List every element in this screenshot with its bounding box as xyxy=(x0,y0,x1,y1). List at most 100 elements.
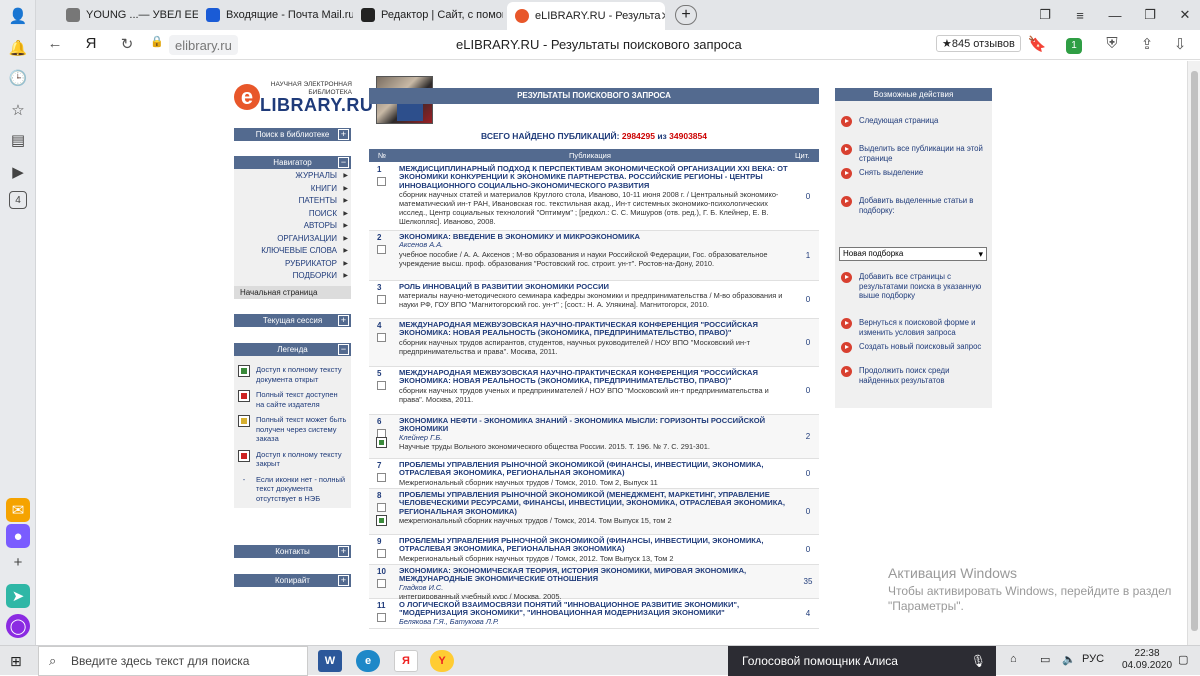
url-field[interactable]: elibrary.ru xyxy=(169,35,238,55)
history-icon[interactable]: 🕒 xyxy=(6,66,30,90)
send-icon[interactable]: ➤ xyxy=(6,584,30,608)
tab-mail[interactable]: Входящие - Почта Mail.ru xyxy=(198,2,353,28)
publication-authors[interactable]: Клейнер Г.Б. xyxy=(399,433,789,442)
publication-title-link[interactable]: МЕЖДУНАРОДНАЯ МЕЖВУЗОВСКАЯ НАУЧНО-ПРАКТИ… xyxy=(399,368,789,386)
select-checkbox[interactable] xyxy=(377,333,386,342)
publication-title-link[interactable]: ЭКОНОМИКА НЕФТИ - ЭКОНОМИКА ЗНАНИЙ - ЭКО… xyxy=(399,416,789,434)
select-checkbox[interactable] xyxy=(377,613,386,622)
alisa-icon[interactable]: ◯ xyxy=(6,614,30,638)
citation-count[interactable]: 0 xyxy=(797,545,819,554)
back-icon[interactable]: ← xyxy=(44,35,66,52)
microphone-icon[interactable]: 🎙 xyxy=(971,646,986,676)
workspace-badge[interactable]: 4 xyxy=(9,191,27,209)
elibrary-logo[interactable]: e НАУЧНАЯ ЭЛЕКТРОННАЯ БИБЛИОТЕКА LIBRARY… xyxy=(234,79,373,119)
refresh-icon[interactable]: ↻ xyxy=(116,35,138,53)
citation-count[interactable]: 0 xyxy=(797,507,819,516)
close-tab-icon[interactable]: ✕ xyxy=(661,9,665,23)
tab-editor[interactable]: Редактор | Сайт, с помощ xyxy=(353,2,503,28)
citation-count[interactable]: 0 xyxy=(797,469,819,478)
next-page-action[interactable]: Следующая страница xyxy=(841,116,989,127)
citation-count[interactable]: 35 xyxy=(797,577,819,586)
navigator-header[interactable]: Навигатор − xyxy=(234,156,351,169)
taskbar-search[interactable]: ⌕ Введите здесь текст для поиска xyxy=(38,646,308,676)
protect-icon[interactable]: ⛨ xyxy=(1101,35,1123,52)
select-checkbox[interactable] xyxy=(377,177,386,186)
select-checkbox[interactable] xyxy=(377,245,386,254)
new-search-action[interactable]: Создать новый поисковый запрос xyxy=(841,342,989,353)
publication-title-link[interactable]: ПРОБЛЕМЫ УПРАВЛЕНИЯ РЫНОЧНОЙ ЭКОНОМИКОЙ … xyxy=(399,460,789,478)
copyright-box[interactable]: Копирайт + xyxy=(234,574,351,587)
select-checkbox[interactable] xyxy=(377,503,386,512)
nav-keywords[interactable]: КЛЮЧЕВЫЕ СЛОВА xyxy=(234,246,351,259)
nav-organizations[interactable]: ОРГАНИЗАЦИИ xyxy=(234,234,351,247)
messenger-icon[interactable]: ● xyxy=(6,524,30,548)
publication-title-link[interactable]: ЭКОНОМИКА: ВВЕДЕНИЕ В ЭКОНОМИКУ И МИКРОЭ… xyxy=(399,232,789,241)
clock[interactable]: 22:38 04.09.2020 xyxy=(1122,648,1172,672)
bell-icon[interactable]: 🔔 xyxy=(6,36,30,60)
nav-rubricator[interactable]: РУБРИКАТОР xyxy=(234,259,351,272)
collections-icon[interactable]: ▤ xyxy=(6,128,30,152)
publication-title-link[interactable]: ПРОБЛЕМЫ УПРАВЛЕНИЯ РЫНОЧНОЙ ЭКОНОМИКОЙ … xyxy=(399,490,789,516)
share-icon[interactable]: ⇪ xyxy=(1136,35,1158,53)
nav-patents[interactable]: ПАТЕНТЫ xyxy=(234,196,351,209)
collection-select[interactable]: Новая подборка xyxy=(839,247,987,261)
notifications-icon[interactable]: ▢ xyxy=(1178,653,1188,666)
new-tab-button[interactable]: + xyxy=(675,5,697,25)
tab-elibrary[interactable]: eLIBRARY.RU - Результа ✕ xyxy=(507,2,665,30)
add-selected-action[interactable]: Добавить выделенные статьи в подборку: xyxy=(841,196,989,215)
expand-icon[interactable]: + xyxy=(338,129,349,140)
select-all-action[interactable]: Выделить все публикации на этой странице xyxy=(841,144,989,163)
select-checkbox[interactable] xyxy=(377,579,386,588)
publication-title-link[interactable]: ЭКОНОМИКА: ЭКОНОМИЧЕСКАЯ ТЕОРИЯ, ИСТОРИЯ… xyxy=(399,566,789,584)
video-icon[interactable]: ▶ xyxy=(6,160,30,184)
collapse-icon[interactable]: − xyxy=(338,344,349,355)
expand-icon[interactable]: + xyxy=(338,315,349,326)
search-library-box[interactable]: Поиск в библиотеке + xyxy=(234,128,351,141)
nav-authors[interactable]: АВТОРЫ xyxy=(234,221,351,234)
menu-icon[interactable]: ≡ xyxy=(1060,0,1100,30)
deselect-action[interactable]: Снять выделение xyxy=(841,168,989,179)
expand-icon[interactable]: + xyxy=(338,546,349,557)
publication-authors[interactable]: Гладков И.С. xyxy=(399,583,789,592)
close-window-icon[interactable]: ✕ xyxy=(1165,0,1200,30)
citation-count[interactable]: 0 xyxy=(797,338,819,347)
fulltext-icon[interactable] xyxy=(376,515,387,526)
alisa-assistant[interactable]: Голосовой помощник Алиса 🎙 xyxy=(728,646,996,676)
extension-badge[interactable]: 1 xyxy=(1066,38,1082,54)
nav-journals[interactable]: ЖУРНАЛЫ xyxy=(234,171,351,184)
yandex-browser-icon[interactable]: Y xyxy=(430,650,454,672)
session-box[interactable]: Текущая сессия + xyxy=(234,314,351,327)
windows-start-icon[interactable]: ⊞ xyxy=(10,653,22,670)
citation-count[interactable]: 0 xyxy=(797,386,819,395)
nav-collections[interactable]: ПОДБОРКИ xyxy=(234,271,351,284)
collapse-icon[interactable]: − xyxy=(338,157,349,168)
yandex-app-icon[interactable]: Я xyxy=(394,650,418,672)
continue-search-action[interactable]: Продолжить поиск среди найденных результ… xyxy=(841,366,989,385)
maximize-icon[interactable]: ❐ xyxy=(1130,0,1170,30)
profile-icon[interactable]: 👤 xyxy=(6,4,30,28)
expand-icon[interactable]: + xyxy=(338,575,349,586)
add-all-action[interactable]: Добавить все страницы с результатами пои… xyxy=(841,272,989,301)
publication-title-link[interactable]: ПРОБЛЕМЫ УПРАВЛЕНИЯ РЫНОЧНОЙ ЭКОНОМИКОЙ … xyxy=(399,536,789,554)
mail-app-icon[interactable]: ✉ xyxy=(6,498,30,522)
language-indicator[interactable]: РУС xyxy=(1082,653,1104,665)
add-panel-icon[interactable]: + xyxy=(6,550,30,574)
minimize-icon[interactable]: — xyxy=(1095,0,1135,30)
citation-count[interactable]: 4 xyxy=(797,609,819,618)
edge-icon[interactable]: e xyxy=(356,650,380,672)
rating-badge[interactable]: ★845 отзывов xyxy=(936,35,1021,52)
scroll-thumb[interactable] xyxy=(1191,71,1198,631)
citation-count[interactable]: 0 xyxy=(797,192,819,201)
bookmark-icon[interactable]: 🔖 xyxy=(1026,35,1048,53)
nav-home[interactable]: Начальная страница xyxy=(234,285,351,299)
citation-count[interactable]: 1 xyxy=(797,251,819,260)
select-checkbox[interactable] xyxy=(377,295,386,304)
download-icon[interactable]: ⇩ xyxy=(1169,35,1191,53)
publication-title-link[interactable]: О ЛОГИЧЕСКОЙ ВЗАИМОСВЯЗИ ПОНЯТИЙ "ИННОВА… xyxy=(399,600,789,618)
contacts-box[interactable]: Контакты + xyxy=(234,545,351,558)
tab-music[interactable]: YOUNG ...— УВЕЛ ЕЕ xyxy=(58,2,198,28)
star-icon[interactable]: ☆ xyxy=(6,98,30,122)
publication-title-link[interactable]: РОЛЬ ИННОВАЦИЙ В РАЗВИТИИ ЭКОНОМИКИ РОСС… xyxy=(399,282,789,291)
citation-count[interactable]: 0 xyxy=(797,295,819,304)
publication-authors[interactable]: Белякова Г.Я., Батукова Л.Р. xyxy=(399,617,789,626)
